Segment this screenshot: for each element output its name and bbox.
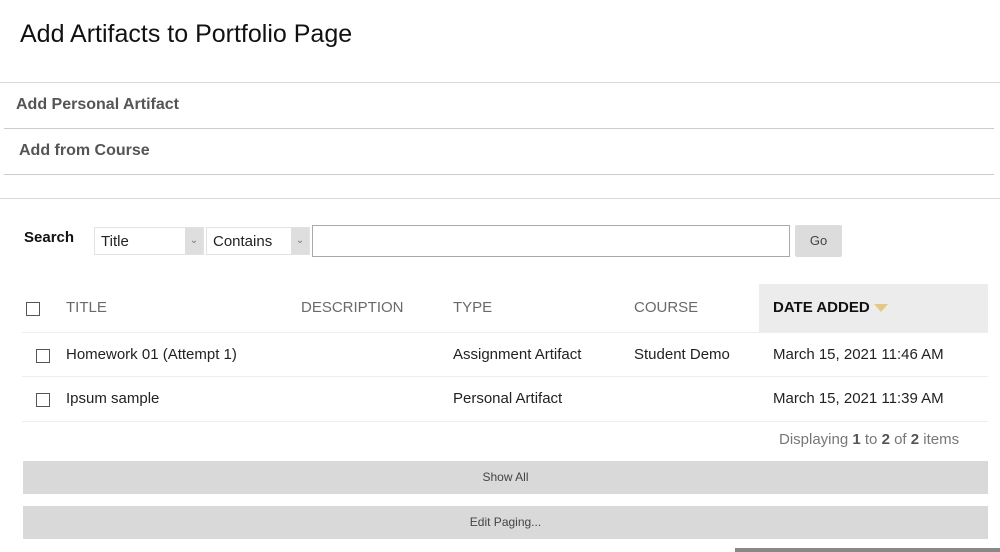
go-button[interactable]: Go bbox=[795, 225, 842, 257]
divider bbox=[22, 376, 988, 377]
column-header-course[interactable]: COURSE bbox=[634, 299, 698, 316]
chevron-down-icon: ⌄ bbox=[185, 228, 203, 254]
paging-suffix: items bbox=[923, 431, 960, 448]
column-header-date-added[interactable]: DATE ADDED bbox=[759, 284, 988, 332]
add-personal-artifact-link[interactable]: Add Personal Artifact bbox=[16, 96, 179, 114]
row-date-added: March 15, 2021 11:39 AM bbox=[773, 390, 944, 407]
search-input[interactable] bbox=[312, 225, 790, 257]
row-date-added: March 15, 2021 11:46 AM bbox=[773, 346, 944, 363]
divider bbox=[22, 332, 988, 333]
show-all-button[interactable]: Show All bbox=[23, 461, 988, 494]
search-field-select[interactable]: Title ⌄ bbox=[94, 227, 204, 255]
search-label: Search bbox=[24, 229, 75, 246]
divider bbox=[4, 128, 994, 129]
divider bbox=[4, 174, 994, 175]
sort-descending-icon bbox=[874, 304, 888, 312]
row-checkbox[interactable] bbox=[36, 393, 50, 407]
column-header-type[interactable]: TYPE bbox=[453, 299, 492, 316]
window-edge bbox=[735, 548, 1000, 552]
paging-info: Displaying 1 to 2 of 2 items bbox=[779, 431, 959, 448]
search-operator-select[interactable]: Contains ⌄ bbox=[206, 227, 310, 255]
column-header-description[interactable]: DESCRIPTION bbox=[301, 299, 404, 316]
search-field-value: Title bbox=[101, 233, 129, 250]
divider bbox=[22, 421, 988, 422]
chevron-down-icon: ⌄ bbox=[291, 228, 309, 254]
paging-from: 1 bbox=[852, 431, 861, 448]
edit-paging-button[interactable]: Edit Paging... bbox=[23, 506, 988, 539]
paging-total: 2 bbox=[910, 431, 920, 448]
row-checkbox[interactable] bbox=[36, 349, 50, 363]
page-title: Add Artifacts to Portfolio Page bbox=[20, 20, 353, 48]
search-operator-value: Contains bbox=[213, 233, 273, 250]
row-course: Student Demo bbox=[634, 346, 730, 363]
divider bbox=[0, 198, 1000, 199]
row-type: Personal Artifact bbox=[453, 390, 563, 407]
paging-to-word: to bbox=[864, 431, 878, 448]
row-title: Homework 01 (Attempt 1) bbox=[66, 346, 237, 363]
divider bbox=[0, 82, 1000, 83]
row-type: Assignment Artifact bbox=[453, 346, 582, 363]
column-header-title[interactable]: TITLE bbox=[66, 299, 107, 316]
column-header-date-added-label: DATE ADDED bbox=[773, 299, 870, 316]
paging-of-word: of bbox=[894, 431, 907, 448]
select-all-checkbox[interactable] bbox=[26, 302, 40, 316]
paging-prefix: Displaying bbox=[779, 431, 849, 448]
paging-to: 2 bbox=[881, 431, 890, 448]
add-from-course-link[interactable]: Add from Course bbox=[19, 142, 150, 160]
row-title: Ipsum sample bbox=[66, 390, 160, 407]
